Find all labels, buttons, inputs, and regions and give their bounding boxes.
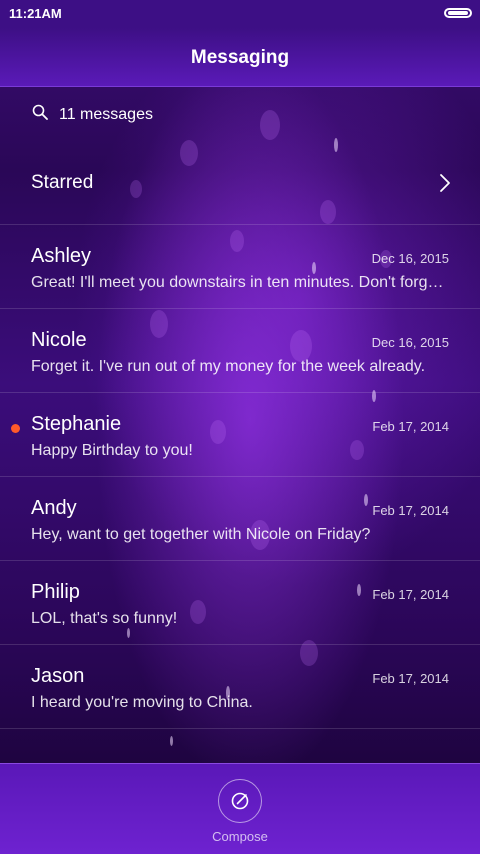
conversation-date: Feb 17, 2014 [372,587,449,602]
list-divider [0,728,480,729]
bokeh-light [170,736,173,746]
battery-icon [444,8,472,18]
search-input[interactable]: 11 messages [59,106,153,124]
search-bar[interactable]: 11 messages [0,94,480,134]
conversation-preview: Forget it. I've run out of my money for … [31,358,426,375]
conversation-item-jason[interactable]: Jason Feb 17, 2014 I heard you're moving… [0,644,480,728]
bottom-bar: Compose [0,763,480,854]
unread-indicator [11,424,20,433]
bokeh-light [334,138,338,152]
starred-row[interactable]: Starred [0,156,480,210]
conversation-preview: LOL, that's so funny! [31,610,178,627]
conversation-item-ashley[interactable]: Ashley Dec 16, 2015 Great! I'll meet you… [0,224,480,308]
app-header: Messaging [0,28,480,87]
conversation-date: Feb 17, 2014 [372,419,449,434]
chevron-right-icon [440,174,450,192]
conversation-preview: Great! I'll meet you downstairs in ten m… [31,274,449,291]
conversation-date: Dec 16, 2015 [371,335,449,350]
conversation-preview: Happy Birthday to you! [31,442,193,459]
compose-icon [231,792,249,810]
conversation-item-nicole[interactable]: Nicole Dec 16, 2015 Forget it. I've run … [0,308,480,392]
conversation-name: Jason [31,665,85,687]
conversation-preview: I heard you're moving to China. [31,694,253,711]
conversation-name: Philip [31,581,80,603]
conversation-item-philip[interactable]: Philip Feb 17, 2014 LOL, that's so funny… [0,560,480,644]
status-bar: 11:21AM [0,0,480,28]
status-time: 11:21AM [9,6,62,21]
conversation-name: Nicole [31,329,87,351]
conversation-name: Andy [31,497,77,519]
conversation-name: Ashley [31,245,92,267]
conversation-name: Stephanie [31,413,122,435]
compose-label: Compose [212,829,268,844]
conversation-date: Feb 17, 2014 [372,503,449,518]
search-icon [32,104,48,120]
conversation-date: Feb 17, 2014 [372,671,449,686]
conversation-preview: Hey, want to get together with Nicole on… [31,526,371,543]
conversation-list: Ashley Dec 16, 2015 Great! I'll meet you… [0,224,480,729]
compose-button[interactable] [218,779,262,823]
starred-label: Starred [31,172,94,193]
conversation-date: Dec 16, 2015 [371,251,449,266]
page-title: Messaging [190,47,290,68]
conversation-item-stephanie[interactable]: Stephanie Feb 17, 2014 Happy Birthday to… [0,392,480,476]
conversation-item-andy[interactable]: Andy Feb 17, 2014 Hey, want to get toget… [0,476,480,560]
